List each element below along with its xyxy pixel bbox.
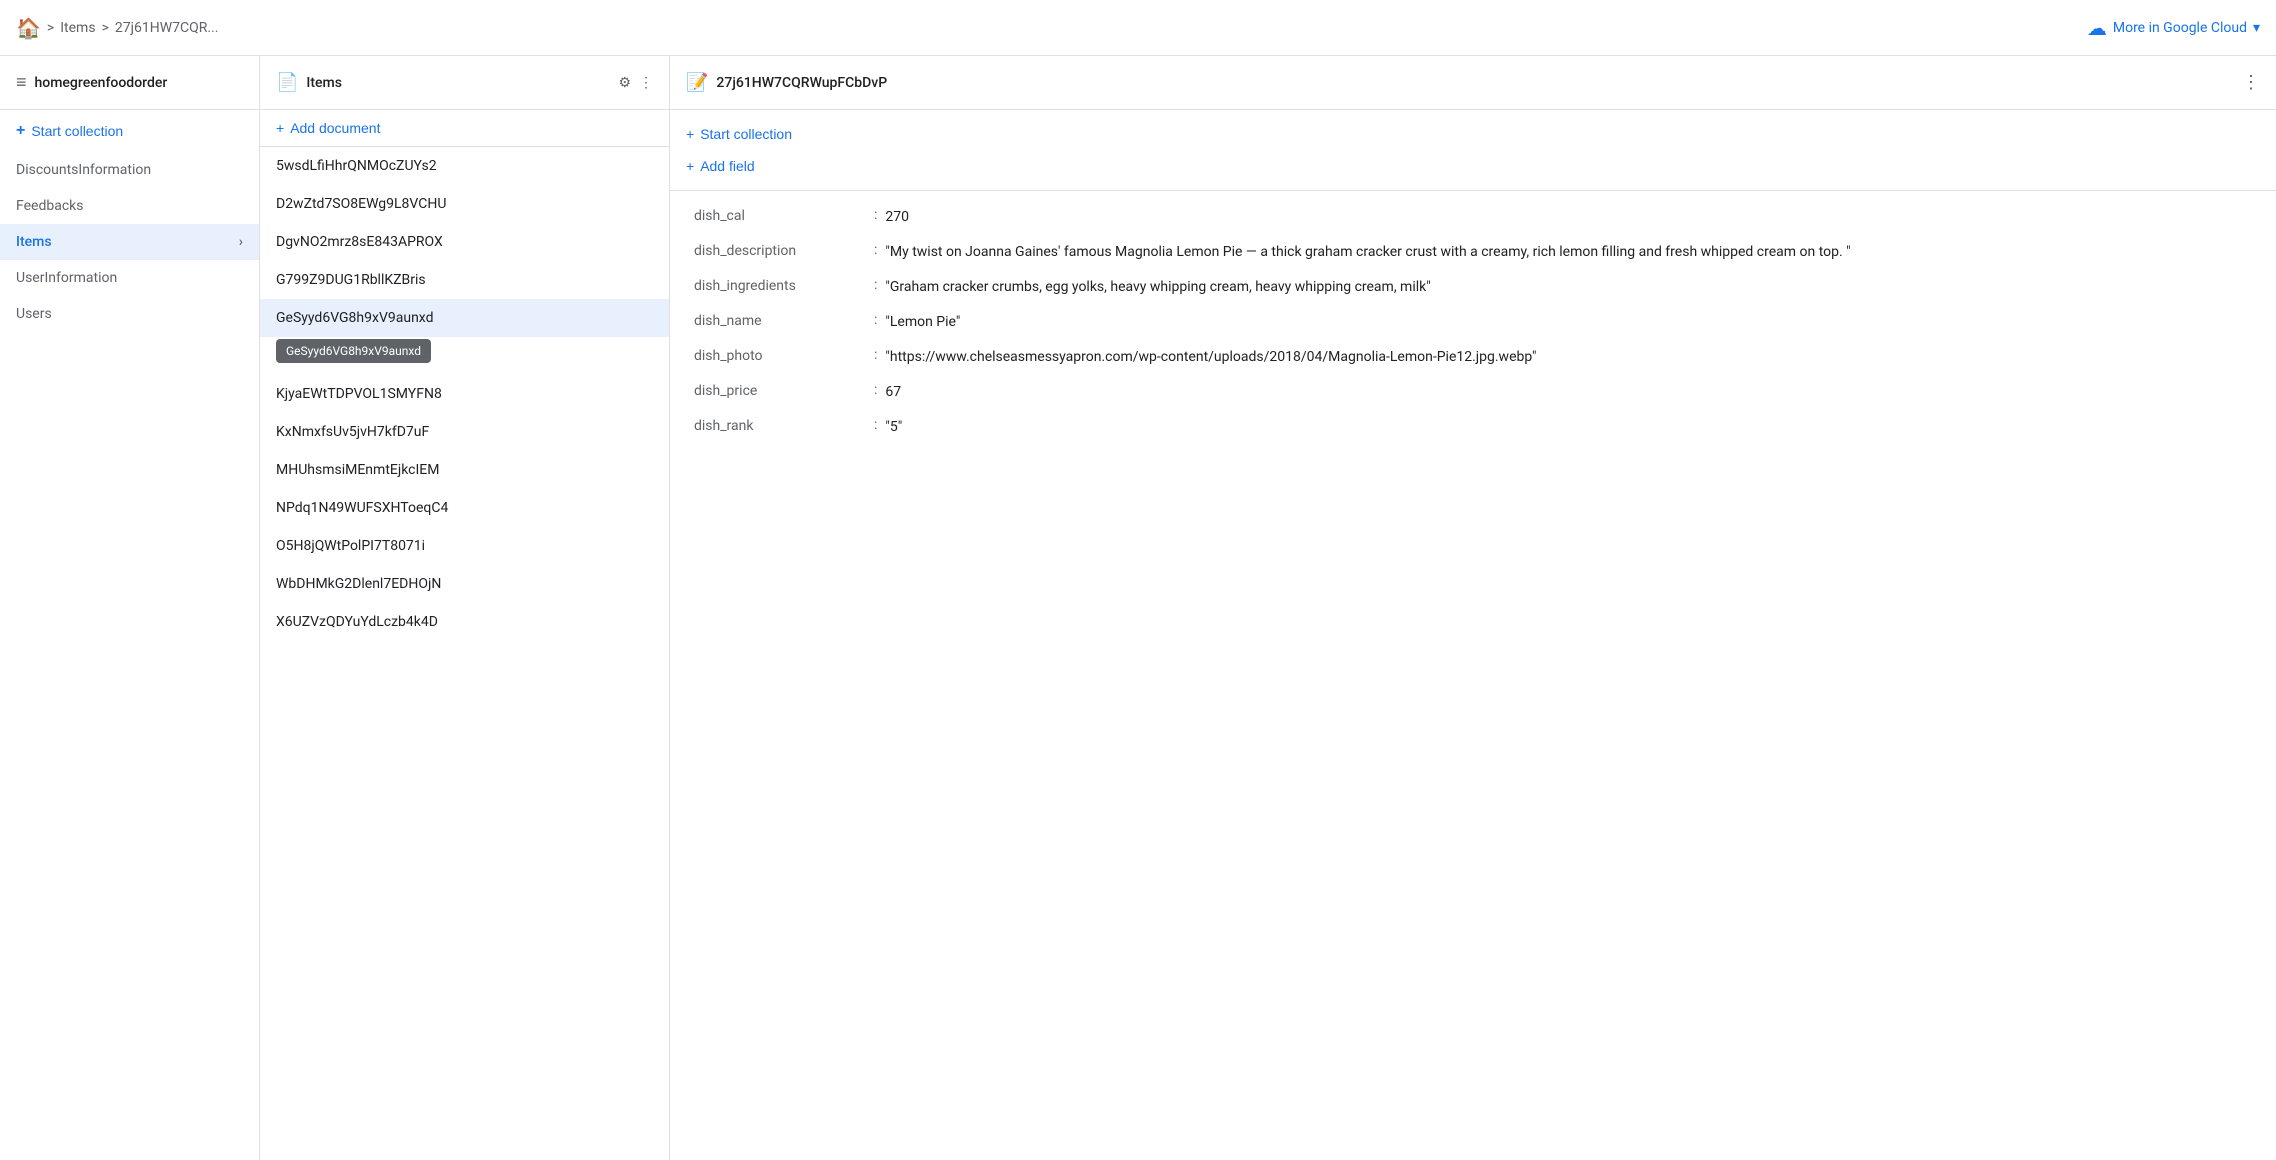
breadcrumb: 🏠 > Items > 27j61HW7CQR... [16,16,2087,40]
field-name: dish_name [694,312,874,329]
sidebar-item-users[interactable]: Users [0,296,259,332]
field-value: "https://www.chelseasmessyapron.com/wp-c… [885,347,1536,368]
field-colon: : [874,347,877,363]
document-id-title: 27j61HW7CQRWupFCbDvP [716,75,2234,91]
add-field-label: Add field [700,158,754,174]
more-cloud-label: More in Google Cloud [2113,20,2247,36]
field-colon: : [874,207,877,223]
more-in-google-cloud[interactable]: ☁ More in Google Cloud ▾ [2087,16,2260,40]
field-name: dish_photo [694,347,874,364]
filter-icon[interactable]: ⚙ [618,75,631,91]
plus-icon: + [16,122,25,140]
field-name: dish_price [694,382,874,399]
doc-plus-icon-1: + [686,126,694,142]
list-item[interactable]: KjyaEWtTDPVOL1SMYFN8 [260,375,669,413]
more-options-icon[interactable]: ⋮ [639,75,653,91]
breadcrumb-items[interactable]: Items [60,20,95,36]
list-item[interactable]: X6UZVzQDYuYdLczb4k4D [260,603,669,641]
document-panel: 📝 27j61HW7CQRWupFCbDvP ⋮ + Start collect… [670,56,2276,1160]
field-row: dish_price:67 [694,382,2252,403]
main-layout: ≡ homegreenfoodorder + Start collection … [0,56,2276,1160]
breadcrumb-sep1: > [47,20,54,36]
field-row: dish_ingredients: "Graham cracker crumbs,… [694,277,2252,298]
list-item[interactable]: MHUhsmsiMEnmtEjkcIEM [260,451,669,489]
sidebar-item-label: Items [16,234,52,250]
field-name: dish_cal [694,207,874,224]
field-value: "Graham cracker crumbs, egg yolks, heavy… [885,277,1430,298]
field-colon: : [874,417,877,433]
field-row: dish_name: "Lemon Pie" [694,312,2252,333]
field-name: dish_ingredients [694,277,874,294]
start-collection-button[interactable]: + Start collection [0,110,259,152]
sidebar-nav: DiscountsInformation Feedbacks Items › UserI… [0,152,259,332]
field-name: dish_rank [694,417,874,434]
field-value: "Lemon Pie" [885,312,960,333]
dropdown-icon: ▾ [2253,20,2260,36]
sidebar-item-label: Feedbacks [16,198,83,214]
sidebar: ≡ homegreenfoodorder + Start collection … [0,56,260,1160]
collection-icon: 📄 [276,72,298,93]
field-name: dish_description [694,242,874,259]
collection-title: Items [306,75,610,91]
list-item[interactable]: NPdq1N49WUFSXHToeqC4 [260,489,669,527]
sidebar-item-userinformation[interactable]: UserInformation [0,260,259,296]
document-panel-header: 📝 27j61HW7CQRWupFCbDvP ⋮ [670,56,2276,110]
sidebar-item-label: UserInformation [16,270,117,286]
breadcrumb-doc-id: 27j61HW7CQR... [115,20,219,36]
field-colon: : [874,312,877,328]
list-item[interactable]: G799Z9DUG1RbllKZBris [260,261,669,299]
add-doc-plus-icon: + [276,120,284,136]
list-item[interactable]: KxNmxfsUv5jvH7kfD7uF [260,413,669,451]
document-list: 5wsdLfiHhrQNMOcZUYs2D2wZtd7SO8EWg9L8VCHU… [260,147,669,1160]
document-icon: 📝 [686,72,708,93]
panel-actions: ⚙ ⋮ [618,75,653,91]
start-collection-label: Start collection [31,123,123,139]
field-colon: : [874,382,877,398]
document-more-icon[interactable]: ⋮ [2242,72,2260,93]
fields-list: dish_cal:270dish_description:"My twist o… [670,191,2276,468]
sidebar-header: ≡ homegreenfoodorder [0,56,259,110]
field-row: dish_description: "My twist on Joanna Gai… [694,242,2252,263]
list-item[interactable]: GeSyyd6VG8h9xV9aunxdGeSyyd6VG8h9xV9aunxd [260,299,669,337]
field-row: dish_rank: "5" [694,417,2252,438]
sidebar-item-feedbacks[interactable]: Feedbacks [0,188,259,224]
chevron-right-icon: › [239,234,243,250]
doc-plus-icon-2: + [686,158,694,174]
list-item[interactable]: O5H8jQWtPolPI7T8071i [260,527,669,565]
field-colon: : [874,277,877,293]
list-item[interactable]: DgvNO2mrz8sE843APROX [260,223,669,261]
sidebar-item-label: DiscountsInformation [16,162,151,178]
add-field-button[interactable]: + Add field [686,154,2260,178]
sidebar-item-discountsinformation[interactable]: DiscountsInformation [0,152,259,188]
collection-panel-header: 📄 Items ⚙ ⋮ [260,56,669,110]
database-icon: ≡ [16,72,27,93]
document-actions: + Start collection + Add field [670,110,2276,191]
doc-tooltip: GeSyyd6VG8h9xV9aunxd [276,339,431,363]
list-item[interactable]: 5wsdLfiHhrQNMOcZUYs2 [260,147,669,185]
list-item[interactable]: D2wZtd7SO8EWg9L8VCHU [260,185,669,223]
home-icon[interactable]: 🏠 [16,16,41,40]
breadcrumb-sep2: > [102,20,109,36]
sidebar-item-label: Users [16,306,52,322]
field-value: 270 [885,207,909,228]
doc-start-collection-label: Start collection [700,126,792,142]
collection-panel: 📄 Items ⚙ ⋮ + Add document 5wsdLfiHhrQNM… [260,56,670,1160]
field-value: 67 [885,382,901,403]
add-document-button[interactable]: + Add document [260,110,669,147]
field-colon: : [874,242,877,258]
field-value: "5" [885,417,902,438]
doc-start-collection-button[interactable]: + Start collection [686,122,2260,146]
cloud-icon: ☁ [2087,16,2107,40]
field-row: dish_photo: "https://www.chelseasmessyapr… [694,347,2252,368]
sidebar-item-items[interactable]: Items › [0,224,259,260]
field-value: "My twist on Joanna Gaines' famous Magno… [885,242,1850,263]
field-row: dish_cal:270 [694,207,2252,228]
add-document-label: Add document [290,120,380,136]
database-name: homegreenfoodorder [35,75,168,91]
list-item[interactable]: WbDHMkG2Dlenl7EDHOjN [260,565,669,603]
top-bar: 🏠 > Items > 27j61HW7CQR... ☁ More in Goo… [0,0,2276,56]
